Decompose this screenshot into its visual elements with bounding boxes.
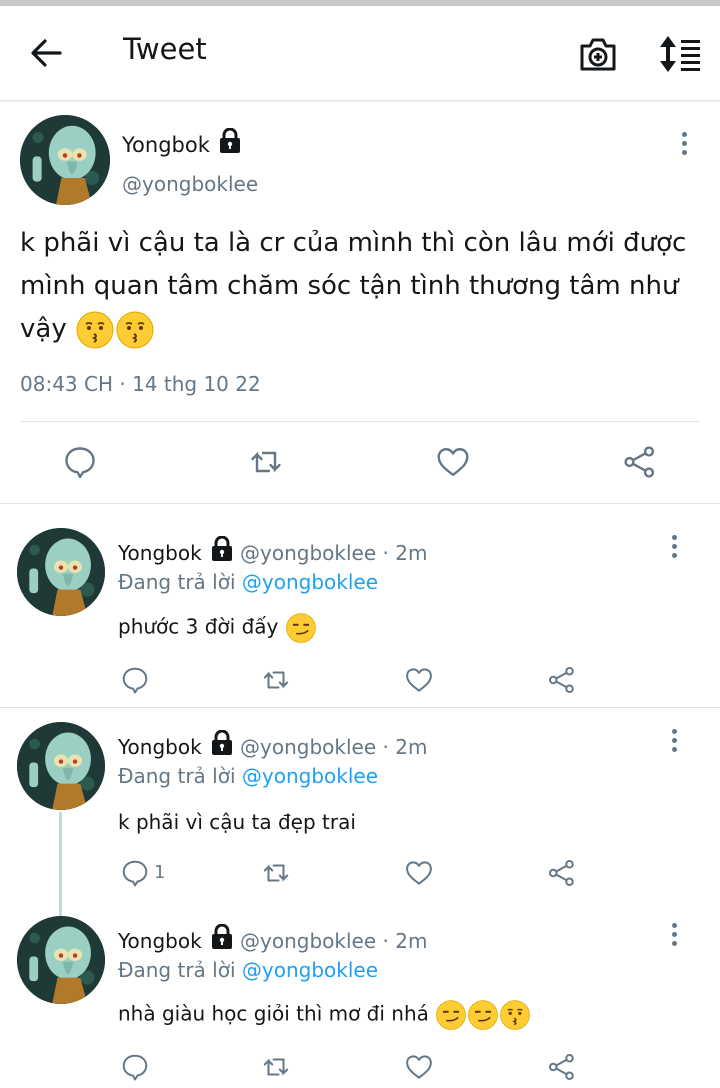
sort-icon[interactable]: [656, 34, 702, 74]
kissing-face-emoji-icon: [75, 310, 115, 350]
lock-icon: [211, 536, 232, 561]
retweet-icon[interactable]: [261, 858, 291, 888]
reply-handle: @yongboklee · 2m: [240, 929, 428, 953]
kissing-face-emoji-icon: [115, 310, 155, 350]
replying-to-link[interactable]: @yongboklee: [242, 764, 378, 788]
smirking-face-emoji-icon: [467, 999, 499, 1031]
lock-icon: [211, 924, 232, 949]
retweet-icon[interactable]: [248, 444, 284, 480]
reply-author-name: Yongbok: [118, 735, 202, 759]
avatar[interactable]: [17, 722, 105, 810]
like-heart-icon[interactable]: [404, 665, 434, 695]
more-options-icon[interactable]: [669, 535, 679, 561]
avatar[interactable]: [20, 115, 110, 205]
more-options-icon[interactable]: [669, 923, 679, 949]
reply-author[interactable]: Yongbok @yongboklee · 2m: [118, 536, 427, 565]
arrow-left-icon[interactable]: [28, 36, 68, 70]
retweet-icon[interactable]: [261, 665, 291, 695]
replying-to-label: Đang trả lời: [118, 958, 236, 982]
smirking-face-emoji-icon: [285, 612, 317, 644]
like-heart-icon[interactable]: [404, 858, 434, 888]
divider: [0, 503, 720, 504]
reply-author-name: Yongbok: [118, 929, 202, 953]
reply-count: 1: [154, 862, 166, 883]
author-name[interactable]: Yongbok: [122, 128, 242, 157]
avatar[interactable]: [17, 916, 105, 1004]
camera-plus-icon[interactable]: [578, 34, 618, 74]
replying-to: Đang trả lời @yongboklee: [118, 958, 378, 982]
reply-text-body: nhà giàu học giỏi thì mơ đi nhá: [118, 1001, 429, 1026]
kissing-face-emoji-icon: [499, 999, 531, 1031]
avatar[interactable]: [17, 528, 105, 616]
reply-author-name: Yongbok: [118, 541, 202, 565]
replying-to-label: Đang trả lời: [118, 570, 236, 594]
divider: [20, 421, 700, 422]
lock-icon: [219, 128, 240, 153]
replying-to-link[interactable]: @yongboklee: [242, 958, 378, 982]
share-icon[interactable]: [547, 858, 577, 888]
more-options-icon[interactable]: [669, 729, 679, 755]
share-icon[interactable]: [547, 1052, 577, 1082]
reply-author[interactable]: Yongbok @yongboklee · 2m: [118, 924, 427, 953]
reply-icon[interactable]: [120, 858, 150, 888]
thread-connector-line: [59, 812, 62, 916]
share-icon[interactable]: [547, 665, 577, 695]
author-name-text: Yongbok: [122, 133, 210, 157]
divider: [0, 707, 720, 708]
lock-icon: [211, 730, 232, 755]
reply-icon[interactable]: [62, 444, 98, 480]
share-icon[interactable]: [622, 444, 658, 480]
smirking-face-emoji-icon: [435, 999, 467, 1031]
tweet-timestamp[interactable]: 08:43 CH · 14 thg 10 22: [20, 372, 261, 396]
replying-to-link[interactable]: @yongboklee: [242, 570, 378, 594]
author-handle[interactable]: @yongboklee: [122, 172, 258, 196]
more-options-icon[interactable]: [679, 132, 689, 158]
replying-to-label: Đang trả lời: [118, 764, 236, 788]
reply-text: nhà giàu học giỏi thì mơ đi nhá: [118, 999, 531, 1031]
replying-to: Đang trả lời @yongboklee: [118, 570, 378, 594]
reply-icon[interactable]: [120, 665, 150, 695]
like-heart-icon[interactable]: [404, 1052, 434, 1082]
retweet-icon[interactable]: [261, 1052, 291, 1082]
tweet-text: k phãi vì cậu ta là cr của mình thì còn …: [20, 222, 700, 351]
reply-handle: @yongboklee · 2m: [240, 735, 428, 759]
reply-handle: @yongboklee · 2m: [240, 541, 428, 565]
reply-icon[interactable]: [120, 1052, 150, 1082]
reply-text: phước 3 đời đấy: [118, 612, 317, 644]
reply-author[interactable]: Yongbok @yongboklee · 2m: [118, 730, 427, 759]
reply-text-body: phước 3 đời đấy: [118, 614, 279, 639]
app-header: Tweet: [0, 6, 720, 101]
page-title: Tweet: [123, 32, 207, 66]
reply-text: k phãi vì cậu ta đẹp trai: [118, 810, 356, 834]
replying-to: Đang trả lời @yongboklee: [118, 764, 378, 788]
like-heart-icon[interactable]: [435, 444, 471, 480]
